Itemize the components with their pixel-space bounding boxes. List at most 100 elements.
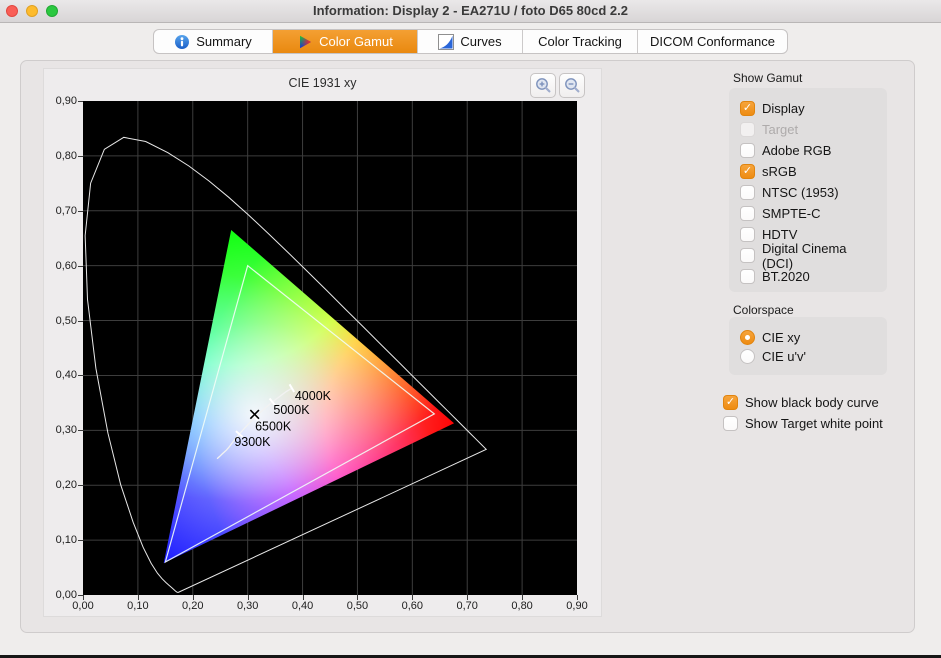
x-axis-tick-label: 0,20: [171, 600, 215, 612]
y-axis-tick-label: 0,90: [46, 95, 77, 108]
gamut-checkbox-display[interactable]: ✓ Display: [740, 98, 879, 119]
gamut-checkbox-target: Target: [740, 119, 879, 140]
y-axis-tick-label: 0,60: [46, 260, 77, 273]
tab-dicom-conformance[interactable]: DICOM Conformance: [637, 30, 787, 53]
tab-curves[interactable]: Curves: [417, 30, 522, 53]
close-button[interactable]: [6, 5, 18, 17]
radio-icon[interactable]: [740, 349, 755, 364]
y-axis-tick: [78, 375, 83, 376]
y-axis-tick-label: 0,80: [46, 150, 77, 163]
chart-title: CIE 1931 xy: [44, 76, 601, 90]
checkbox-icon[interactable]: [740, 248, 755, 263]
temp-label-9300k: 9300K: [234, 435, 271, 449]
radio-selected-icon[interactable]: [740, 330, 755, 345]
checkbox-icon: [740, 122, 755, 137]
fullscreen-button[interactable]: [46, 5, 58, 17]
option-checkbox-label: Show black body curve: [745, 395, 879, 410]
gamut-checkbox-adobe-rgb[interactable]: Adobe RGB: [740, 140, 879, 161]
x-axis-tick: [522, 595, 523, 600]
minimize-button[interactable]: [26, 5, 38, 17]
tab-bar: Summary Color Gamut Curves Color Tracking DI…: [153, 29, 788, 54]
tab-label: Curves: [460, 34, 501, 49]
x-axis-tick: [577, 595, 578, 600]
colorspace-label: Colorspace: [733, 303, 794, 317]
y-axis-tick: [78, 266, 83, 267]
x-axis-tick-label: 0,80: [500, 600, 544, 612]
x-axis-tick: [412, 595, 413, 600]
checkbox-icon[interactable]: [723, 416, 738, 431]
x-axis-tick: [248, 595, 249, 600]
gamut-checkbox-srgb[interactable]: ✓sRGB: [740, 161, 879, 182]
checkmark-icon: ✓: [743, 166, 752, 177]
y-axis-tick-label: 0,20: [46, 479, 77, 492]
app-window: Information: Display 2 - EA271U / foto D…: [0, 0, 941, 658]
x-axis-tick: [83, 595, 84, 600]
gamut-checkbox-label: Digital Cinema (DCI): [762, 241, 879, 271]
y-axis-tick-label: 0,40: [46, 369, 77, 382]
tab-label: DICOM Conformance: [650, 34, 775, 49]
checkbox-icon[interactable]: [740, 185, 755, 200]
gamut-icon: [297, 34, 313, 50]
colorspace-radio-cie-xy[interactable]: CIE xy: [740, 328, 879, 347]
info-icon: [174, 34, 190, 50]
x-axis-tick-label: 0,40: [281, 600, 325, 612]
checkbox-checked-icon[interactable]: ✓: [740, 101, 755, 116]
gamut-checkbox-label: Adobe RGB: [762, 143, 831, 158]
x-axis-tick: [467, 595, 468, 600]
curves-icon: [438, 34, 454, 50]
checkmark-icon: ✓: [743, 103, 752, 114]
gamut-checkbox-ntsc-1953[interactable]: NTSC (1953): [740, 182, 879, 203]
tab-label: Color Gamut: [319, 34, 393, 49]
checkmark-icon: ✓: [726, 397, 735, 408]
x-axis-tick-label: 0,00: [61, 600, 105, 612]
checkbox-icon[interactable]: [740, 269, 755, 284]
cie-chromaticity-svg: 4000K5000K6500K9300K: [83, 101, 577, 595]
show-gamut-label: Show Gamut: [733, 71, 802, 85]
gamut-checkbox-label: Target: [762, 122, 798, 137]
zoom-out-button[interactable]: [559, 73, 585, 98]
gamut-checkbox-label: SMPTE-C: [762, 206, 821, 221]
x-axis-tick-label: 0,10: [116, 600, 160, 612]
temp-label-4000k: 4000K: [295, 389, 332, 403]
tab-label: Color Tracking: [538, 34, 622, 49]
y-axis-tick: [78, 101, 83, 102]
zoom-out-icon: [563, 76, 581, 94]
checkbox-icon[interactable]: [740, 143, 755, 158]
y-axis-tick-label: 0,70: [46, 205, 77, 218]
radio-dot: [745, 335, 750, 340]
x-axis-tick: [357, 595, 358, 600]
gamut-checkbox-smpte-c[interactable]: SMPTE-C: [740, 203, 879, 224]
x-axis-tick-label: 0,90: [555, 600, 599, 612]
y-axis-tick: [78, 430, 83, 431]
colorspace-radio-cie-u-v[interactable]: CIE u'v': [740, 347, 879, 366]
y-axis-tick: [78, 156, 83, 157]
temp-label-6500k: 6500K: [255, 419, 292, 433]
x-axis-tick: [193, 595, 194, 600]
checkbox-checked-icon[interactable]: ✓: [740, 164, 755, 179]
tab-color-tracking[interactable]: Color Tracking: [522, 30, 637, 53]
x-axis-tick-label: 0,50: [335, 600, 379, 612]
zoom-in-button[interactable]: [530, 73, 556, 98]
colorspace-radio-label: CIE u'v': [762, 349, 806, 364]
extra-options-group: ✓ Show black body curve Show Target white …: [723, 392, 923, 434]
checkbox-checked-icon[interactable]: ✓: [723, 395, 738, 410]
y-axis-tick: [78, 211, 83, 212]
y-axis-tick: [78, 540, 83, 541]
gamut-checkbox-label: Display: [762, 101, 805, 116]
tab-label: Summary: [196, 34, 252, 49]
gamut-checkbox-digital-cinema-dci[interactable]: Digital Cinema (DCI): [740, 245, 879, 266]
option-checkbox-label: Show Target white point: [745, 416, 883, 431]
y-axis-tick-label: 0,30: [46, 424, 77, 437]
show-gamut-group: ✓ Display Target Adobe RGB ✓sRGBNTSC (1953) S…: [729, 88, 887, 292]
cie-diagram-plot-area: 4000K5000K6500K9300K: [83, 101, 577, 595]
y-axis-tick: [78, 485, 83, 486]
checkbox-icon[interactable]: [740, 227, 755, 242]
option-checkbox-show-target-white-point[interactable]: Show Target white point: [723, 413, 923, 434]
x-axis-tick-label: 0,70: [445, 600, 489, 612]
x-axis-tick-label: 0,30: [226, 600, 270, 612]
tab-summary[interactable]: Summary: [154, 30, 272, 53]
option-checkbox-show-black-body-curve[interactable]: ✓ Show black body curve: [723, 392, 923, 413]
y-axis-tick: [78, 321, 83, 322]
checkbox-icon[interactable]: [740, 206, 755, 221]
tab-color-gamut[interactable]: Color Gamut: [272, 30, 417, 53]
